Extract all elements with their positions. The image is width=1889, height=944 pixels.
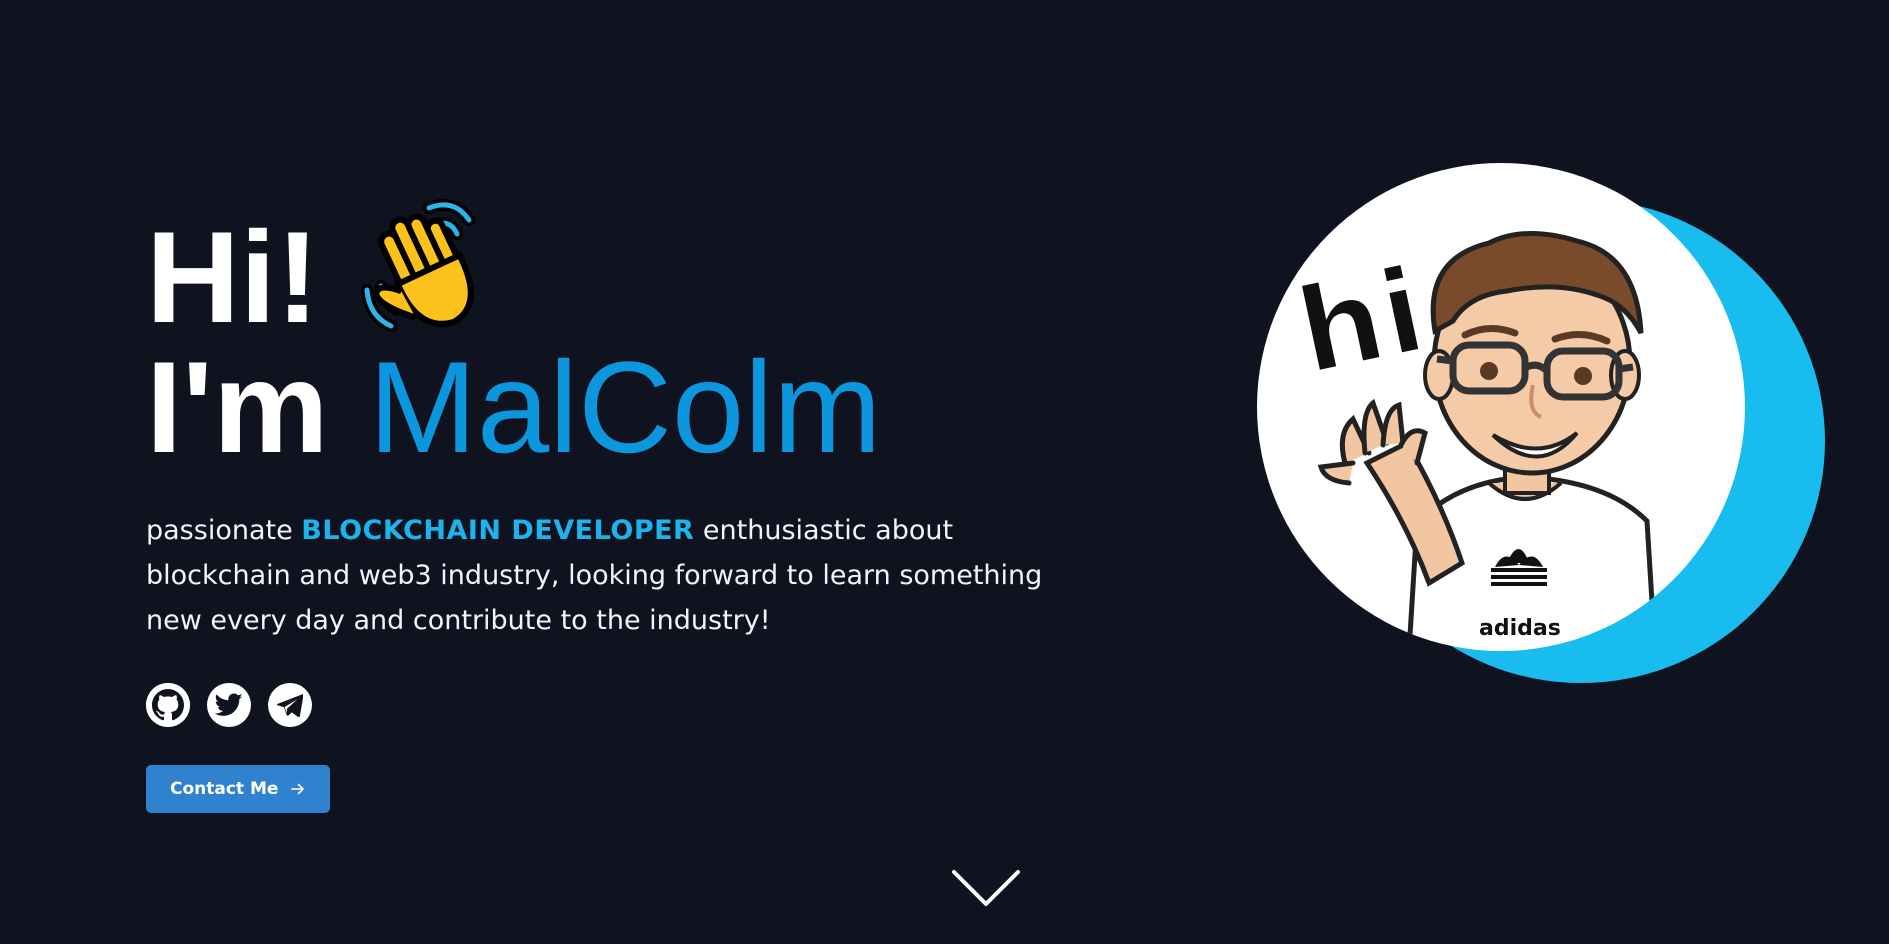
hero-section: Hi! I'm MalColm passionate BLOCKCHAIN DE… [0, 0, 1889, 944]
hero-content: Hi! I'm MalColm passionate BLOCKCHAIN DE… [146, 190, 1106, 813]
contact-me-label: Contact Me [170, 779, 279, 799]
github-link[interactable] [146, 683, 190, 727]
memoji-avatar-image: hi adidas [1284, 231, 1658, 651]
contact-me-button[interactable]: Contact Me [146, 765, 331, 813]
arrow-right-icon [291, 783, 305, 795]
avatar-shirt-text: adidas [1479, 616, 1561, 641]
twitter-icon [215, 693, 243, 716]
avatar-circle: hi adidas [1257, 163, 1745, 651]
avatar: hi adidas [1257, 163, 1827, 683]
tagline: passionate BLOCKCHAIN DEVELOPER enthusia… [146, 508, 1106, 643]
twitter-link[interactable] [207, 683, 251, 727]
social-links [146, 683, 1106, 727]
chevron-down-icon [952, 870, 1020, 906]
name-text: MalColm [368, 334, 882, 480]
waving-hand-icon [359, 190, 499, 340]
tagline-highlight: BLOCKCHAIN DEVELOPER [301, 515, 695, 546]
greeting-text: Hi! [146, 204, 320, 350]
telegram-icon [277, 694, 303, 717]
telegram-link[interactable] [268, 683, 312, 727]
hero-headline: Hi! I'm MalColm [146, 190, 1106, 472]
tagline-prefix: passionate [146, 515, 302, 546]
avatar-speech-text: hi [1286, 241, 1436, 402]
github-icon [146, 683, 190, 727]
intro-text: I'm [146, 334, 329, 480]
scroll-down-button[interactable] [952, 868, 1020, 908]
